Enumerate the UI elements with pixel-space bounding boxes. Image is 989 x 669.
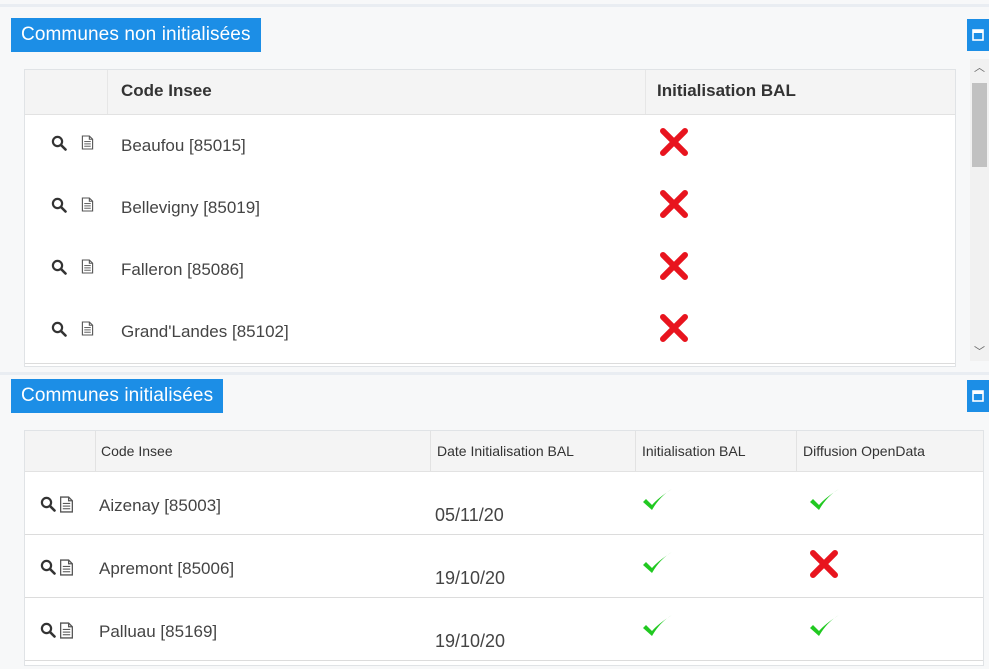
- search-icon[interactable]: [51, 135, 67, 156]
- document-icon[interactable]: [81, 259, 94, 280]
- column-separator: [645, 70, 646, 114]
- vertical-scrollbar[interactable]: ︿ ﹀: [970, 59, 989, 361]
- row-actions: [40, 559, 74, 581]
- cross-icon: [657, 125, 691, 164]
- row-actions: [51, 259, 94, 280]
- column-separator: [635, 431, 636, 471]
- panel-title: Communes initialisées: [11, 379, 224, 413]
- document-icon[interactable]: [59, 622, 74, 644]
- document-icon[interactable]: [81, 135, 94, 156]
- panel-communes-non-initialisees: Communes non initialisées Code Insee Ini…: [0, 4, 989, 369]
- commune-name: Apremont [85006]: [99, 559, 235, 578]
- table-row[interactable]: Apremont [85006] 19/10/20: [25, 535, 983, 598]
- scroll-down-arrow-icon[interactable]: ﹀: [974, 346, 985, 358]
- commune-name: Bellevigny [85019]: [121, 198, 260, 217]
- column-separator: [107, 70, 108, 114]
- search-icon[interactable]: [40, 559, 56, 581]
- initialisation-date: 19/10/20: [435, 631, 506, 651]
- cross-icon: [657, 187, 691, 226]
- row-actions: [40, 496, 74, 518]
- column-separator: [430, 431, 431, 471]
- cross-icon: [657, 249, 691, 288]
- cross-icon: [807, 547, 841, 586]
- check-icon: [640, 484, 674, 523]
- window-restore-icon: [972, 29, 984, 41]
- commune-name: Grand'Landes [85102]: [121, 322, 289, 341]
- commune-name: Falleron [85086]: [121, 260, 244, 279]
- initialisation-date: 05/11/20: [435, 505, 504, 525]
- search-icon[interactable]: [51, 321, 67, 342]
- communes-non-initialisees-table: Code Insee Initialisation BAL Beaufou [8…: [24, 69, 956, 367]
- row-actions: [51, 135, 94, 156]
- table-header: Code Insee Initialisation BAL: [25, 70, 955, 115]
- document-icon[interactable]: [59, 559, 74, 581]
- column-header-date-initialisation-bal[interactable]: Date Initialisation BAL: [437, 443, 574, 459]
- search-icon[interactable]: [40, 622, 56, 644]
- search-icon[interactable]: [40, 496, 56, 518]
- check-icon: [640, 610, 674, 649]
- check-icon: [807, 484, 841, 523]
- row-actions: [40, 622, 74, 644]
- panel-collapse-button[interactable]: [967, 380, 989, 412]
- table-row[interactable]: Bellevigny [85019]: [25, 177, 955, 240]
- column-separator: [95, 431, 96, 471]
- scrollbar-thumb[interactable]: [972, 83, 987, 167]
- check-icon: [807, 610, 841, 649]
- commune-name: Aizenay [85003]: [99, 496, 221, 515]
- column-header-initialisation-bal[interactable]: Initialisation BAL: [642, 443, 746, 459]
- search-icon[interactable]: [51, 259, 67, 280]
- document-icon[interactable]: [81, 197, 94, 218]
- window-restore-icon: [972, 390, 984, 402]
- table-row[interactable]: Palluau [85169] 19/10/20: [25, 598, 983, 661]
- panel-title: Communes non initialisées: [11, 18, 261, 52]
- panel-communes-initialisees: Communes initialisées Code Insee Date In…: [0, 372, 989, 669]
- row-actions: [51, 321, 94, 342]
- commune-name: Palluau [85169]: [99, 622, 218, 641]
- table-header: Code Insee Date Initialisation BAL Initi…: [25, 431, 983, 472]
- column-header-code-insee[interactable]: Code Insee: [121, 81, 212, 101]
- table-row[interactable]: Grand'Landes [85102]: [25, 301, 955, 364]
- document-icon[interactable]: [81, 321, 94, 342]
- column-header-initialisation-bal[interactable]: Initialisation BAL: [657, 81, 796, 101]
- initialisation-date: 19/10/20: [435, 568, 506, 588]
- commune-name: Beaufou [85015]: [121, 136, 246, 155]
- row-actions: [51, 197, 94, 218]
- search-icon[interactable]: [51, 197, 67, 218]
- check-icon: [640, 547, 674, 586]
- table-row[interactable]: Falleron [85086]: [25, 239, 955, 302]
- column-separator: [796, 431, 797, 471]
- cross-icon: [657, 311, 691, 350]
- scroll-up-arrow-icon[interactable]: ︿: [974, 62, 985, 74]
- document-icon[interactable]: [59, 496, 74, 518]
- panel-collapse-button[interactable]: [967, 19, 989, 51]
- column-header-diffusion-opendata[interactable]: Diffusion OpenData: [803, 443, 925, 459]
- column-header-code-insee[interactable]: Code Insee: [101, 443, 173, 459]
- table-row[interactable]: Beaufou [85015]: [25, 115, 955, 178]
- table-row[interactable]: Aizenay [85003] 05/11/20: [25, 472, 983, 535]
- communes-initialisees-table: Code Insee Date Initialisation BAL Initi…: [24, 430, 984, 666]
